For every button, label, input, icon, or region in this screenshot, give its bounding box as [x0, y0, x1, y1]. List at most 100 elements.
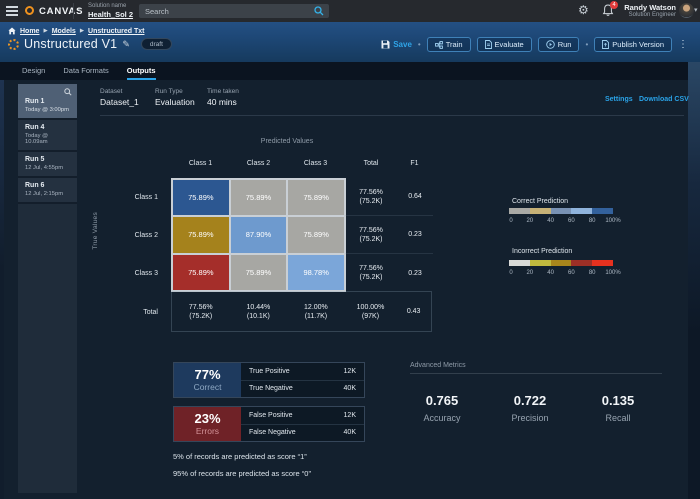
run-type-label: Run Type [155, 88, 183, 95]
top-bar: CANVAS ‹ Solution name Health_Sol 2 ⚙ 4 … [0, 0, 700, 22]
matrix-cell: 75.89% [173, 255, 229, 290]
matrix-row-label: Total [100, 292, 164, 332]
matrix-cell: 75.89% [288, 180, 344, 215]
matrix-col-header: Class 2 [230, 160, 287, 167]
evaluate-button[interactable]: Evaluate [477, 37, 532, 52]
advanced-metrics-title: Advanced Metrics [410, 362, 466, 369]
canvas-logo-icon [25, 6, 34, 15]
incorrect-legend-ticks: 020406080100% [509, 270, 613, 278]
header-divider [100, 115, 684, 116]
topbar-divider [73, 3, 74, 19]
matrix-cell: 75.89% [288, 217, 344, 252]
predicted-values-title: Predicted Values [172, 138, 402, 145]
publish-icon [602, 40, 609, 49]
errors-percent-cell: 23% Errors [174, 407, 241, 441]
action-separator: • [418, 40, 421, 49]
matrix-cell: 75.89% [231, 255, 287, 290]
avatar[interactable] [679, 3, 694, 18]
user-name: Randy Watson [596, 3, 676, 12]
errors-label: Errors [196, 426, 219, 436]
gear-icon[interactable]: ⚙ [578, 3, 589, 17]
breadcrumb: Home ▶ Models ▶ Unstructured Txt [8, 27, 144, 35]
score-note-2: 95% of records are predicted as score “0… [173, 469, 311, 478]
chevron-left-icon[interactable]: ‹ [78, 4, 81, 15]
tab-design[interactable]: Design [22, 66, 45, 80]
correct-label: Correct [194, 382, 222, 392]
total-cell: 77.56%(75.2K) [345, 216, 397, 254]
run-item-2[interactable]: Run 4 Today @ 10.09am [18, 120, 77, 152]
summary-correct-box: 77% Correct True Positive12K True Negati… [173, 362, 365, 398]
download-csv-link[interactable]: Download CSV [639, 96, 689, 103]
floppy-icon [381, 40, 390, 49]
status-badge: draft [141, 38, 172, 50]
run-button[interactable]: Run [538, 37, 580, 52]
matrix-cell: 75.89% [231, 180, 287, 215]
action-separator: • [585, 40, 588, 49]
tab-outputs[interactable]: Outputs [127, 66, 156, 80]
app-window: CANVAS ‹ Solution name Health_Sol 2 ⚙ 4 … [0, 0, 700, 499]
total-row-f1: 0.43 [396, 292, 431, 331]
page-title: Unstructured V1 [24, 37, 117, 51]
search-icon[interactable] [314, 6, 324, 16]
total-row-cell: 10.44%(10.1K) [230, 292, 288, 331]
total-cell: 77.56%(75.2K) [345, 254, 397, 292]
total-row-cell: 77.56%(75.2K) [172, 292, 230, 331]
advanced-metrics: 0.765Accuracy 0.722Precision 0.135Recall [406, 393, 654, 426]
overflow-menu-icon[interactable]: ⋮ [678, 37, 688, 52]
matrix-col-header: Class 3 [287, 160, 344, 167]
false-negative-row: False Negative40K [241, 424, 364, 442]
edit-pencil-icon[interactable]: ✎ [122, 39, 130, 50]
dataset-value: Dataset_1 [100, 97, 139, 107]
errors-percent: 23% [194, 412, 220, 426]
true-negative-row: True Negative40K [241, 380, 364, 398]
solution-name[interactable]: Health_Sol 2 [88, 10, 133, 19]
metric-recall: 0.135Recall [582, 393, 654, 426]
tab-bar: Design Data Formats Outputs [0, 62, 700, 80]
true-values-axis-label: True Values [92, 212, 99, 250]
model-status-icon [8, 39, 19, 50]
breadcrumb-home[interactable]: Home [20, 28, 39, 35]
true-positive-row: True Positive12K [241, 363, 364, 380]
correct-prediction-legend-bar [509, 208, 613, 214]
hamburger-menu-icon[interactable] [6, 6, 18, 16]
time-taken-label: Time taken [207, 88, 239, 95]
run-item-4[interactable]: Run 6 12 Jul, 2:15pm [18, 178, 77, 204]
solution-label: Solution name [88, 3, 126, 9]
advanced-metrics-divider [410, 373, 662, 374]
incorrect-prediction-legend-bar [509, 260, 613, 266]
run-search-icon[interactable] [64, 88, 72, 96]
matrix-cell: 75.89% [173, 180, 229, 215]
user-role: Solution Engineer [596, 12, 676, 18]
action-bar: Save • Train Evaluate [381, 37, 688, 52]
outputs-panel: Run 1 Today @ 3:00pm Run 4 Today @ 10.09… [0, 80, 700, 499]
train-button[interactable]: Train [427, 37, 471, 52]
score-note-1: 5% of records are predicted as score “1” [173, 452, 307, 461]
confusion-matrix-grid: 75.89% 75.89% 75.89% 75.89% 87.90% 75.89… [171, 178, 346, 292]
settings-link[interactable]: Settings [605, 96, 633, 103]
chevron-down-icon[interactable]: ▾ [694, 6, 698, 14]
f1-cell: 0.23 [397, 216, 433, 254]
correct-percent: 77% [194, 368, 220, 382]
run-item-3[interactable]: Run 5 12 Jul, 4:55pm [18, 152, 77, 178]
metric-accuracy: 0.765Accuracy [406, 393, 478, 426]
save-button[interactable]: Save [381, 40, 412, 49]
run-item-1[interactable]: Run 1 Today @ 3:00pm [18, 84, 77, 120]
train-icon [435, 41, 443, 49]
incorrect-prediction-legend-title: Incorrect Prediction [512, 248, 572, 255]
tab-data-formats[interactable]: Data Formats [63, 66, 108, 80]
search-input[interactable] [139, 4, 329, 18]
total-row-cell: 12.00%(11.7K) [287, 292, 345, 331]
run-type-value: Evaluation [155, 97, 195, 107]
matrix-f1-column: 0.64 0.23 0.23 [397, 178, 433, 292]
breadcrumb-current[interactable]: Unstructured Txt [88, 28, 144, 35]
matrix-total-row: 77.56%(75.2K) 10.44%(10.1K) 12.00%(11.7K… [171, 291, 432, 332]
correct-percent-cell: 77% Correct [174, 363, 241, 397]
matrix-row-label: Class 3 [100, 254, 164, 292]
correct-prediction-legend-title: Correct Prediction [512, 198, 568, 205]
matrix-row-labels: Class 1 Class 2 Class 3 Total [100, 178, 164, 332]
home-icon[interactable] [8, 27, 16, 35]
matrix-row-label: Class 2 [100, 216, 164, 254]
breadcrumb-models[interactable]: Models [52, 28, 76, 35]
publish-version-button[interactable]: Publish Version [594, 37, 672, 52]
total-row-grand-total: 100.00%(97K) [345, 292, 397, 331]
